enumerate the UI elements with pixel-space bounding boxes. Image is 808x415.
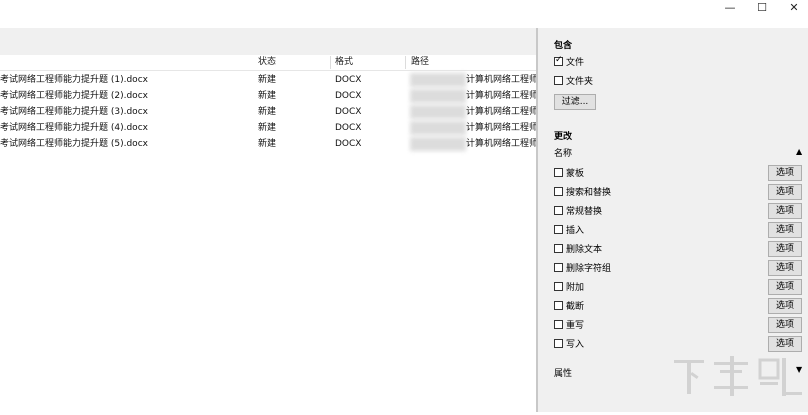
checkbox-icon[interactable] — [554, 206, 563, 215]
checkbox-icon[interactable] — [554, 225, 563, 234]
change-options-button[interactable]: 选项 — [768, 222, 802, 238]
column-separator[interactable] — [330, 56, 331, 69]
format-cell: DOCX — [335, 123, 362, 133]
column-header-format[interactable]: 格式 — [335, 55, 353, 70]
minimize-icon: — — [724, 0, 736, 14]
watermark-logo-icon — [674, 356, 802, 396]
change-item-checkbox[interactable]: 搜索和替换 — [554, 185, 611, 198]
close-icon: ✕ — [789, 0, 799, 14]
file-table: 状态 格式 路径 考试网络工程师能力提升题 (1).docx 新建 DOCX 计算机网… — [0, 55, 536, 412]
change-options-button[interactable]: 选项 — [768, 165, 802, 181]
change-item-checkbox[interactable]: 写入 — [554, 337, 584, 350]
checkbox-icon[interactable] — [554, 187, 563, 196]
change-options-button[interactable]: 选项 — [768, 203, 802, 219]
file-name-cell: 考试网络工程师能力提升题 (3).docx — [0, 107, 148, 117]
status-cell: 新建 — [258, 107, 277, 117]
checkbox-icon[interactable] — [554, 282, 563, 291]
status-cell: 新建 — [258, 139, 277, 149]
change-item-label: 蒙板 — [566, 169, 585, 179]
change-item-label: 插入 — [566, 226, 585, 236]
column-header-path[interactable]: 路径 — [411, 55, 429, 70]
status-cell: 新建 — [258, 91, 277, 101]
file-name-cell: 考试网络工程师能力提升题 (1).docx — [0, 75, 148, 85]
checkbox-icon[interactable] — [554, 76, 563, 85]
change-item-label: 搜索和替换 — [566, 188, 612, 198]
change-item-label: 删除文本 — [566, 245, 603, 255]
format-cell: DOCX — [335, 91, 362, 101]
file-list-panel: 状态 格式 路径 考试网络工程师能力提升题 (1).docx 新建 DOCX 计算机网… — [0, 28, 536, 412]
close-button[interactable]: ✕ — [780, 0, 808, 14]
path-redaction — [410, 137, 466, 151]
format-cell: DOCX — [335, 139, 362, 149]
column-header-status[interactable]: 状态 — [258, 55, 276, 70]
path-cell: 计算机网络工程师 — [466, 107, 536, 117]
filter-button[interactable]: 过滤... — [554, 94, 596, 110]
change-item-checkbox[interactable]: 重写 — [554, 318, 584, 331]
table-row[interactable]: 考试网络工程师能力提升题 (1).docx 新建 DOCX 计算机网络工程师 — [0, 72, 536, 88]
change-options-button[interactable]: 选项 — [768, 279, 802, 295]
checkbox-icon[interactable] — [554, 320, 563, 329]
change-item-checkbox[interactable]: 常规替换 — [554, 204, 602, 217]
change-item-checkbox[interactable]: 蒙板 — [554, 166, 584, 179]
header-divider — [0, 70, 536, 71]
change-options-button[interactable]: 选项 — [768, 260, 802, 276]
title-bar: — ☐ ✕ — [0, 0, 808, 24]
file-name-cell: 考试网络工程师能力提升题 (2).docx — [0, 91, 148, 101]
change-options-button[interactable]: 选项 — [768, 317, 802, 333]
include-file-label: 文件 — [566, 58, 585, 68]
path-redaction — [410, 121, 466, 135]
format-cell: DOCX — [335, 75, 362, 85]
include-folder-label: 文件夹 — [566, 77, 594, 87]
change-item-checkbox[interactable]: 插入 — [554, 223, 584, 236]
include-section-title: 包含 — [554, 41, 573, 51]
path-redaction — [410, 73, 466, 87]
name-column-header: 名称 — [554, 149, 573, 159]
maximize-button[interactable]: ☐ — [748, 0, 776, 14]
collapse-icon[interactable]: ▲ — [796, 147, 802, 156]
change-item-checkbox[interactable]: 删除字符组 — [554, 261, 611, 274]
change-options-button[interactable]: 选项 — [768, 336, 802, 352]
change-item-label: 附加 — [566, 283, 585, 293]
change-item-label: 截断 — [566, 302, 585, 312]
path-cell: 计算机网络工程师 — [466, 91, 536, 101]
column-separator[interactable] — [405, 56, 406, 69]
path-redaction — [410, 89, 466, 103]
include-folder-checkbox[interactable]: 文件夹 — [554, 74, 593, 87]
include-file-checkbox[interactable]: 文件 — [554, 55, 584, 68]
change-item-label: 常规替换 — [566, 207, 603, 217]
checkbox-icon[interactable] — [554, 244, 563, 253]
path-cell: 计算机网络工程师 — [466, 123, 536, 133]
checkbox-icon[interactable] — [554, 55, 563, 66]
checkbox-icon[interactable] — [554, 168, 563, 177]
table-row[interactable]: 考试网络工程师能力提升题 (4).docx 新建 DOCX 计算机网络工程师 — [0, 120, 536, 136]
path-cell: 计算机网络工程师 — [466, 139, 536, 149]
change-item-checkbox[interactable]: 附加 — [554, 280, 584, 293]
path-cell: 计算机网络工程师 — [466, 75, 536, 85]
status-cell: 新建 — [258, 75, 277, 85]
checkbox-icon[interactable] — [554, 339, 563, 348]
file-name-cell: 考试网络工程师能力提升题 (5).docx — [0, 139, 148, 149]
file-name-cell: 考试网络工程师能力提升题 (4).docx — [0, 123, 148, 133]
path-redaction — [410, 105, 466, 119]
change-options-button[interactable]: 选项 — [768, 184, 802, 200]
checkbox-icon[interactable] — [554, 301, 563, 310]
change-item-checkbox[interactable]: 删除文本 — [554, 242, 602, 255]
change-item-label: 重写 — [566, 321, 585, 331]
change-options-button[interactable]: 选项 — [768, 298, 802, 314]
change-item-label: 写入 — [566, 340, 585, 350]
change-item-label: 删除字符组 — [566, 264, 612, 274]
watermark-logo — [668, 352, 808, 412]
properties-section-title: 属性 — [554, 369, 573, 379]
format-cell: DOCX — [335, 107, 362, 117]
change-item-checkbox[interactable]: 截断 — [554, 299, 584, 312]
table-row[interactable]: 考试网络工程师能力提升题 (5).docx 新建 DOCX 计算机网络工程师 — [0, 136, 536, 152]
table-row[interactable]: 考试网络工程师能力提升题 (3).docx 新建 DOCX 计算机网络工程师 — [0, 104, 536, 120]
status-cell: 新建 — [258, 123, 277, 133]
checkbox-icon[interactable] — [554, 263, 563, 272]
maximize-icon: ☐ — [757, 0, 767, 14]
minimize-button[interactable]: — — [716, 0, 744, 14]
change-options-button[interactable]: 选项 — [768, 241, 802, 257]
table-row[interactable]: 考试网络工程师能力提升题 (2).docx 新建 DOCX 计算机网络工程师 — [0, 88, 536, 104]
changes-section-title: 更改 — [554, 132, 573, 142]
